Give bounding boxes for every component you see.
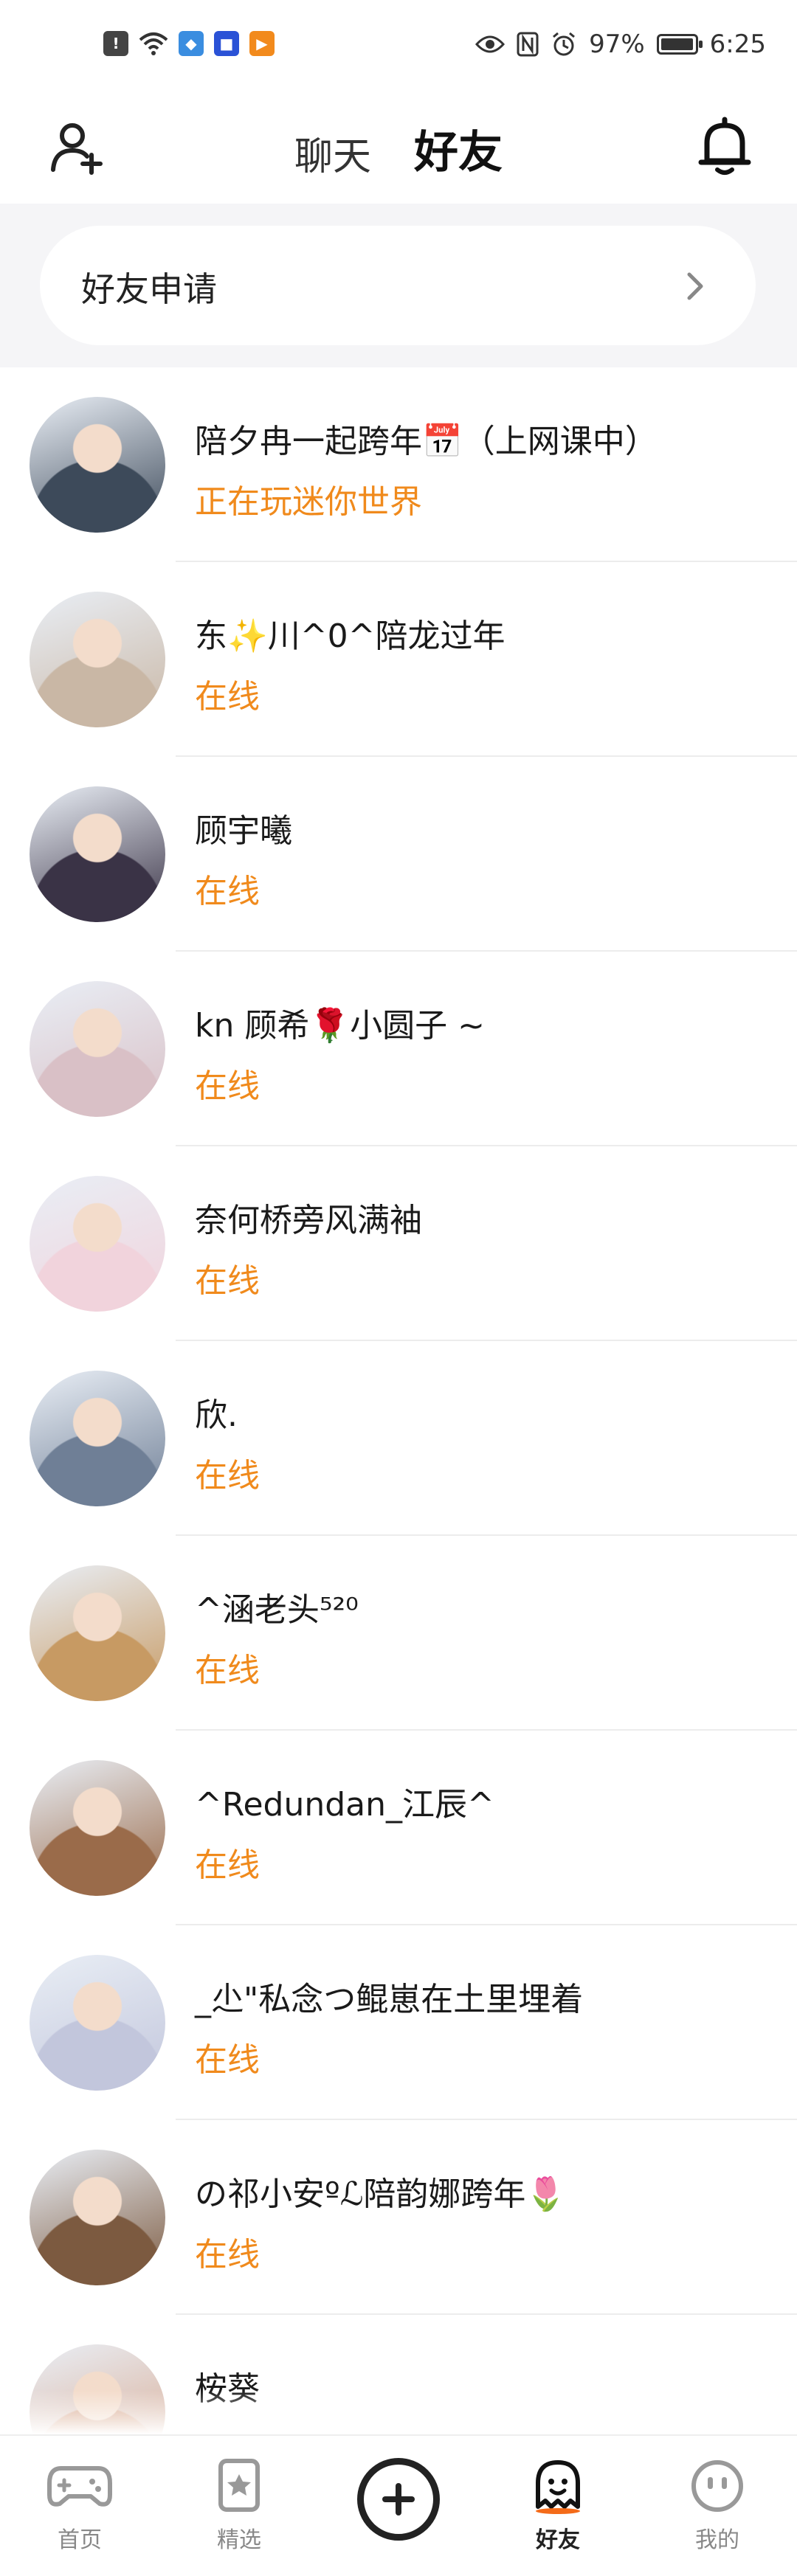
status-system: 97% 6:25 bbox=[475, 30, 766, 59]
friend-avatar[interactable] bbox=[30, 592, 165, 727]
friend-name: ^涵老头⁵²⁰ bbox=[195, 1591, 359, 1629]
battery-fill bbox=[660, 38, 693, 50]
friend-status: 在线 bbox=[195, 873, 260, 910]
top-tabs: 聊天 好友 bbox=[0, 117, 797, 222]
tab-friends[interactable]: 好友 bbox=[414, 117, 503, 222]
face-icon bbox=[691, 2460, 743, 2512]
nav-friends[interactable]: 好友 bbox=[506, 2458, 610, 2561]
friend-row[interactable]: 欣. 在线 bbox=[0, 1341, 797, 1536]
alarm-icon bbox=[553, 32, 576, 56]
friend-avatar[interactable] bbox=[30, 981, 165, 1117]
battery-icon bbox=[656, 34, 703, 55]
friend-request-section: 好友申请 bbox=[0, 204, 797, 367]
friend-name: 奈何桥旁风满袖 bbox=[195, 1202, 422, 1239]
play-app-icon: ▶ bbox=[249, 31, 275, 56]
gamepad-icon bbox=[47, 2466, 112, 2507]
nav-profile-label: 我的 bbox=[695, 2527, 739, 2553]
friend-name: kn 顾希🌹小圆子 ~ bbox=[195, 1007, 485, 1045]
nav-home[interactable]: 首页 bbox=[28, 2458, 131, 2561]
friend-avatar[interactable] bbox=[30, 1176, 165, 1312]
friend-avatar[interactable] bbox=[30, 1565, 165, 1701]
ghost-icon bbox=[536, 2460, 580, 2514]
wifi-icon bbox=[139, 32, 168, 55]
friend-request-button[interactable]: 好友申请 bbox=[40, 226, 756, 345]
app-notification-icon: ◆ bbox=[179, 31, 204, 56]
nfc-icon bbox=[517, 32, 539, 57]
friend-row[interactable]: kn 顾希🌹小圆子 ~ 在线 bbox=[0, 952, 797, 1146]
friend-status: 在线 bbox=[195, 1457, 260, 1495]
nav-home-label: 首页 bbox=[58, 2527, 102, 2553]
bottom-nav: 首页 精选 好友 我的 bbox=[0, 2434, 797, 2576]
tab-chat[interactable]: 聊天 bbox=[294, 125, 371, 181]
friend-name: 欣. bbox=[195, 1396, 238, 1434]
friend-name: 东✨川^0^陪龙过年 bbox=[195, 617, 506, 655]
friend-list: 陪夕冉一起跨年📅（上网课中） 正在玩迷你世界 东✨川^0^陪龙过年 在线 顾宇曦 在线 kn… bbox=[0, 367, 797, 2510]
top-header: 聊天 好友 bbox=[0, 96, 797, 222]
friend-avatar[interactable] bbox=[30, 786, 165, 922]
nav-friends-label: 好友 bbox=[536, 2527, 580, 2553]
friend-row[interactable]: 东✨川^0^陪龙过年 在线 bbox=[0, 562, 797, 757]
friend-name: 陪夕冉一起跨年📅（上网课中） bbox=[195, 423, 658, 460]
friend-name: の祁小安ºℒ陪韵娜跨年🌷 bbox=[195, 2175, 567, 2213]
list-fade bbox=[0, 2390, 797, 2434]
friend-avatar[interactable] bbox=[30, 1760, 165, 1896]
friend-avatar[interactable] bbox=[30, 2150, 165, 2285]
eye-icon bbox=[475, 35, 506, 53]
bell-icon[interactable] bbox=[695, 115, 754, 177]
star-card-icon bbox=[218, 2459, 260, 2512]
chevron-right-icon bbox=[687, 272, 703, 300]
plus-circle-icon[interactable] bbox=[357, 2458, 440, 2541]
friend-avatar[interactable] bbox=[30, 1371, 165, 1506]
friend-row[interactable]: ^涵老头⁵²⁰ 在线 bbox=[0, 1536, 797, 1731]
nav-featured-label: 精选 bbox=[217, 2527, 261, 2553]
nav-featured[interactable]: 精选 bbox=[187, 2458, 291, 2561]
status-notifications: ! ◆ ■ ▶ bbox=[103, 31, 275, 56]
alert-icon: ! bbox=[103, 31, 128, 56]
friend-row[interactable]: 顾宇曦 在线 bbox=[0, 757, 797, 952]
friend-status: 在线 bbox=[195, 1262, 260, 1300]
friend-status: 在线 bbox=[195, 2041, 260, 2079]
tab-friends-label: 好友 bbox=[414, 127, 503, 179]
friend-status: 在线 bbox=[195, 2236, 260, 2274]
friend-avatar[interactable] bbox=[30, 397, 165, 533]
friend-row[interactable]: 陪夕冉一起跨年📅（上网课中） 正在玩迷你世界 bbox=[0, 367, 797, 562]
friend-row[interactable]: 奈何桥旁风满袖 在线 bbox=[0, 1146, 797, 1341]
friend-status: 正在玩迷你世界 bbox=[195, 483, 422, 521]
app-notification-icon: ■ bbox=[214, 31, 239, 56]
friend-status: 在线 bbox=[195, 678, 260, 716]
friend-avatar[interactable] bbox=[30, 1955, 165, 2091]
friend-status: 在线 bbox=[195, 1652, 260, 1689]
friend-row[interactable]: _尐"私念つ鲲崽在土里埋着 在线 bbox=[0, 1925, 797, 2120]
status-bar: ! ◆ ■ ▶ 97% 6:25 bbox=[0, 0, 797, 96]
battery-percent: 97% bbox=[589, 30, 645, 59]
friend-status: 在线 bbox=[195, 1067, 260, 1105]
friend-name: ^Redundan_江辰^ bbox=[195, 1786, 494, 1824]
friend-status: 在线 bbox=[195, 1846, 260, 1884]
friend-row[interactable]: ^Redundan_江辰^ 在线 bbox=[0, 1731, 797, 1925]
friend-row[interactable]: の祁小安ºℒ陪韵娜跨年🌷 在线 bbox=[0, 2120, 797, 2315]
friend-request-label: 好友申请 bbox=[81, 269, 217, 309]
friend-name: 顾宇曦 bbox=[195, 812, 292, 850]
friend-name: _尐"私念つ鲲崽在土里埋着 bbox=[195, 1981, 584, 2018]
clock: 6:25 bbox=[709, 30, 766, 59]
nav-profile[interactable]: 我的 bbox=[666, 2458, 769, 2561]
